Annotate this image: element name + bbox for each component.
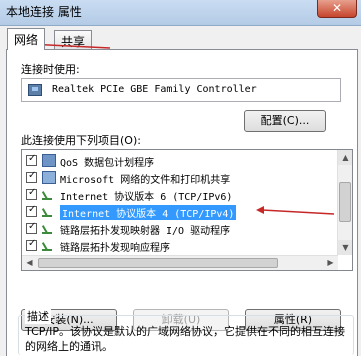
description-group: 描述 TCP/IP。该协议是默认的广域网络协议，它提供在不同的相互连接的网络上的… <box>18 308 354 355</box>
list-item-file-sharing[interactable]: Microsoft 网络的文件和打印机共享 <box>24 170 336 186</box>
list-item-lltd-mapper[interactable]: 链路层拓扑发现映射器 I/O 驱动程序 <box>24 221 336 237</box>
network-tab-panel: 连接时使用: Realtek PCIe GBE Family Controlle… <box>6 49 358 356</box>
window-title: 本地连接 属性 <box>6 5 82 19</box>
properties-dialog: 网络 共享 连接时使用: Realtek PCIe GBE Family Con… <box>0 26 361 356</box>
network-adapter-icon <box>28 84 42 96</box>
checkbox[interactable] <box>26 153 37 166</box>
item-label: Internet 协议版本 6 (TCP/IPv6) <box>60 192 233 203</box>
items-label: 此连接使用下列项目(O): <box>21 134 141 147</box>
horizontal-scrollbar[interactable]: ◀ ▶ <box>22 255 338 270</box>
scroll-thumb[interactable] <box>339 182 351 222</box>
vertical-scrollbar[interactable]: ▲ ▼ <box>337 150 352 255</box>
item-label: Microsoft 网络的文件和打印机共享 <box>60 175 231 186</box>
checkbox[interactable] <box>26 221 37 234</box>
list-item-lltd-responder[interactable]: 链路层拓扑发现响应程序 <box>24 238 336 254</box>
description-text: TCP/IP。该协议是默认的广域网络协议，它提供在不同的相互连接的网络上的通讯。 <box>25 325 345 353</box>
adapter-field: Realtek PCIe GBE Family Controller <box>21 78 341 102</box>
tab-network[interactable]: 网络 <box>7 28 46 50</box>
item-label: Internet 协议版本 4 (TCP/IPv4) <box>60 205 237 220</box>
checkbox[interactable] <box>26 170 37 183</box>
network-service-icon <box>42 171 56 184</box>
close-button[interactable]: ✕ <box>317 0 357 18</box>
list-item-ipv4[interactable]: Internet 协议版本 4 (TCP/IPv4) <box>24 204 336 220</box>
list-item-ipv6[interactable]: Internet 协议版本 6 (TCP/IPv6) <box>24 187 336 203</box>
tab-sharing[interactable]: 共享 <box>54 30 93 50</box>
configure-button[interactable]: 配置(C)... <box>244 110 326 132</box>
list-item-qos[interactable]: QoS 数据包计划程序 <box>24 153 336 169</box>
components-list[interactable]: QoS 数据包计划程序 Microsoft 网络的文件和打印机共享 Intern… <box>21 149 353 271</box>
connect-using-label: 连接时使用: <box>21 63 80 76</box>
protocol-icon <box>42 239 56 252</box>
item-label: QoS 数据包计划程序 <box>60 158 155 169</box>
adapter-name: Realtek PCIe GBE Family Controller <box>52 84 257 95</box>
protocol-icon <box>42 205 56 218</box>
scroll-up-icon[interactable]: ▲ <box>338 150 352 165</box>
item-label: 链路层拓扑发现响应程序 <box>60 243 170 254</box>
scroll-down-icon[interactable]: ▼ <box>338 240 352 255</box>
qos-icon <box>42 154 56 167</box>
protocol-icon <box>42 188 56 201</box>
title-bar: 本地连接 属性 ✕ <box>0 0 361 26</box>
scroll-left-icon[interactable]: ◀ <box>22 256 37 270</box>
scroll-right-icon[interactable]: ▶ <box>323 256 338 270</box>
horizontal-scroll-thumb[interactable] <box>38 258 278 268</box>
item-label: 链路层拓扑发现映射器 I/O 驱动程序 <box>60 226 231 237</box>
checkbox[interactable] <box>26 238 37 251</box>
description-title: 描述 <box>25 308 51 324</box>
checkbox[interactable] <box>26 204 37 217</box>
checkbox[interactable] <box>26 187 37 200</box>
protocol-icon <box>42 222 56 235</box>
